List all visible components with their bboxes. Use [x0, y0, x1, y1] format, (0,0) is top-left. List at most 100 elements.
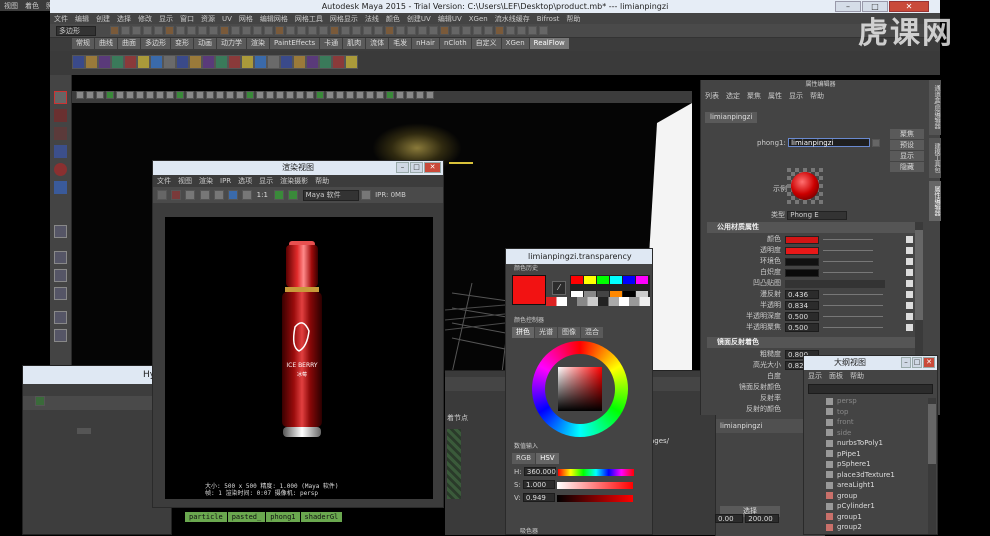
- status-tool-icon[interactable]: [374, 26, 383, 35]
- attr-slider[interactable]: [823, 327, 883, 328]
- shelf-tool-icon[interactable]: [254, 55, 267, 69]
- status-tool-icon[interactable]: [385, 26, 394, 35]
- main-menu-item[interactable]: 颜色: [386, 14, 400, 23]
- render-icon[interactable]: [157, 190, 167, 200]
- ratio-label[interactable]: 1:1: [257, 191, 268, 199]
- status-tool-icon[interactable]: [484, 26, 493, 35]
- shelf-tab[interactable]: nHair: [412, 38, 439, 49]
- viewport-tool-icon[interactable]: [276, 91, 284, 99]
- attr-value-field[interactable]: 0.500: [785, 312, 819, 321]
- status-tool-icon[interactable]: [451, 26, 460, 35]
- status-tool-icon[interactable]: [110, 26, 119, 35]
- status-tool-icon[interactable]: [407, 26, 416, 35]
- outliner-item[interactable]: group1: [808, 512, 937, 523]
- outliner-item-label[interactable]: areaLight1: [837, 480, 875, 491]
- map-button-icon[interactable]: [906, 236, 913, 243]
- ol-close-button[interactable]: ✕: [923, 357, 935, 368]
- shelf-tab[interactable]: nCloth: [439, 38, 471, 49]
- attr-menu-item[interactable]: 聚焦: [747, 91, 761, 101]
- input-tab[interactable]: RGB: [512, 453, 536, 464]
- mode-selector[interactable]: 多边形: [56, 26, 96, 36]
- status-tool-icon[interactable]: [231, 26, 240, 35]
- render-view-menu-item[interactable]: 渲染: [199, 176, 213, 186]
- outliner-item-label[interactable]: group1: [837, 512, 862, 523]
- attr-menu-item[interactable]: 帮助: [810, 91, 824, 101]
- shelf-tool-icon[interactable]: [111, 55, 124, 69]
- outliner-item-label[interactable]: front: [837, 417, 854, 428]
- outliner-menu-item[interactable]: 帮助: [850, 371, 864, 381]
- main-menu-item[interactable]: XGen: [469, 14, 488, 23]
- outliner-item-label[interactable]: persp: [837, 396, 857, 407]
- v-field[interactable]: 0.949: [522, 493, 555, 502]
- shelf-tool-icon[interactable]: [215, 55, 228, 69]
- main-menu-item[interactable]: 资源: [201, 14, 215, 23]
- attr-slider[interactable]: [823, 239, 873, 240]
- outliner-item[interactable]: front: [808, 417, 937, 428]
- main-menu-item[interactable]: 编辑网格: [260, 14, 288, 23]
- main-menu-item[interactable]: 修改: [138, 14, 152, 23]
- history-swatch[interactable]: [584, 276, 596, 284]
- render-view-menu-item[interactable]: 渲染摄影: [280, 176, 308, 186]
- h-field[interactable]: 360.000: [523, 467, 556, 476]
- outliner-item-label[interactable]: pCylinder1: [837, 501, 875, 512]
- status-tool-icon[interactable]: [176, 26, 185, 35]
- main-menu-item[interactable]: 帮助: [566, 14, 580, 23]
- section-common-header[interactable]: 公用材质属性: [707, 222, 917, 233]
- outliner-item-label[interactable]: side: [837, 428, 851, 439]
- display-rgb-icon[interactable]: [228, 190, 239, 200]
- shelf-tab[interactable]: 曲线: [95, 38, 117, 49]
- outliner-item[interactable]: pCylinder1: [808, 501, 937, 512]
- attr-value-field[interactable]: 0.834: [785, 301, 819, 310]
- outliner-menu-item[interactable]: 面板: [829, 371, 843, 381]
- history-swatch[interactable]: [597, 276, 609, 284]
- map-button-icon[interactable]: [906, 324, 913, 331]
- input-tab[interactable]: HSV: [536, 453, 559, 464]
- viewport-tool-icon[interactable]: [266, 91, 274, 99]
- viewport-tool-icon[interactable]: [76, 91, 84, 99]
- viewport-tool-icon[interactable]: [296, 91, 304, 99]
- layout-persp-icon[interactable]: [54, 287, 67, 300]
- move-tool-icon[interactable]: [54, 145, 67, 158]
- viewport-tool-icon[interactable]: [406, 91, 414, 99]
- shelf-tab[interactable]: RealFlow: [529, 38, 569, 49]
- viewport-menu-item[interactable]: 着色: [25, 1, 39, 10]
- outliner-item[interactable]: persp: [808, 396, 937, 407]
- history-swatch[interactable]: [623, 276, 635, 284]
- layout-outliner-icon[interactable]: [54, 311, 67, 324]
- status-tool-icon[interactable]: [187, 26, 196, 35]
- shelf-tool-icon[interactable]: [332, 55, 345, 69]
- ol-maximize-button[interactable]: □: [912, 357, 922, 368]
- outliner-scroll-thumb[interactable]: [928, 404, 936, 464]
- outliner-item[interactable]: place3dTexture1: [808, 470, 937, 481]
- viewport-tool-icon[interactable]: [176, 91, 184, 99]
- main-menu-item[interactable]: UV: [222, 14, 232, 23]
- status-tool-icon[interactable]: [495, 26, 504, 35]
- hs-node-swatch[interactable]: [447, 429, 461, 499]
- side-tab-channel[interactable]: 通道盒/层编辑器: [929, 80, 941, 135]
- shelf-tool-icon[interactable]: [267, 55, 280, 69]
- status-tool-icon[interactable]: [539, 26, 548, 35]
- status-tool-icon[interactable]: [121, 26, 130, 35]
- status-tool-icon[interactable]: [220, 26, 229, 35]
- main-menu-item[interactable]: 显示: [159, 14, 173, 23]
- outliner-item[interactable]: nurbsToPoly1: [808, 438, 937, 449]
- eyedropper-icon[interactable]: ⁄: [552, 281, 566, 295]
- shelf-tool-icon[interactable]: [306, 55, 319, 69]
- viewport-tool-icon[interactable]: [326, 91, 334, 99]
- map-button-icon[interactable]: [906, 258, 913, 265]
- shelf-tool-icon[interactable]: [176, 55, 189, 69]
- attr-color-swatch[interactable]: [785, 268, 819, 277]
- map-button-icon[interactable]: [906, 313, 913, 320]
- attr-value-field[interactable]: 0.436: [785, 290, 819, 299]
- wheel-tab[interactable]: 拼色: [512, 327, 534, 338]
- status-tool-icon[interactable]: [396, 26, 405, 35]
- shelf-tool-icon[interactable]: [202, 55, 215, 69]
- snapshot-icon[interactable]: [185, 190, 196, 200]
- main-menu-item[interactable]: 网格显示: [330, 14, 358, 23]
- viewport-tool-icon[interactable]: [416, 91, 424, 99]
- shelf-tab[interactable]: 常规: [72, 38, 94, 49]
- rv-close-button[interactable]: ✕: [424, 162, 441, 173]
- shelf-tab[interactable]: 多边形: [141, 38, 170, 49]
- status-tool-icon[interactable]: [341, 26, 350, 35]
- node-name-field[interactable]: limianpingzi: [788, 138, 871, 147]
